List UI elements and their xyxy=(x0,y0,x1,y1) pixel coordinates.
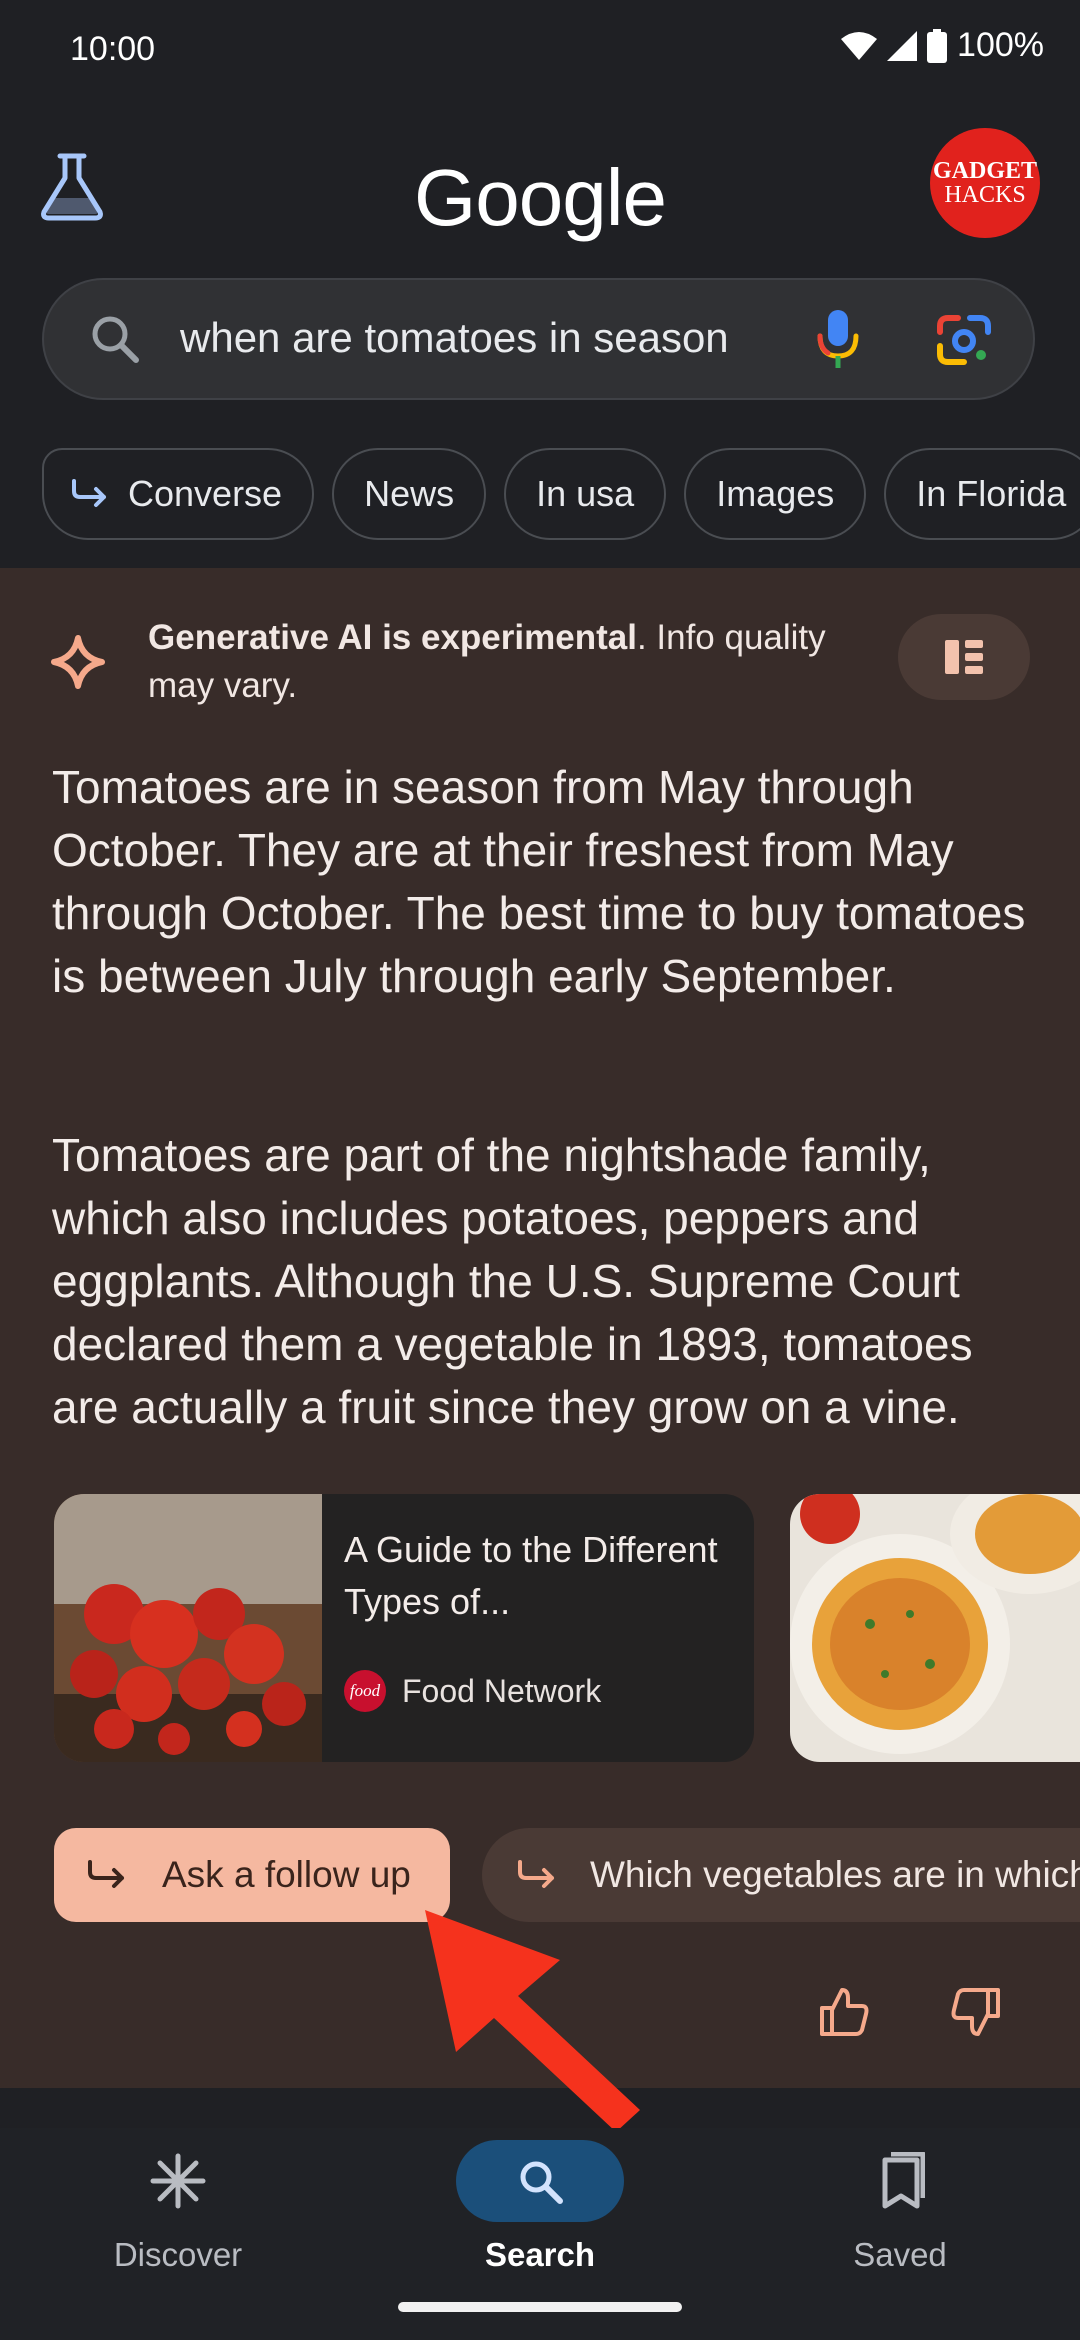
nav-label: Saved xyxy=(853,2236,947,2273)
chip-label: Converse xyxy=(128,473,283,514)
food-network-logo: food xyxy=(344,1670,386,1712)
follow-up-label: Ask a follow up xyxy=(162,1854,411,1895)
chip-label: In usa xyxy=(536,473,635,514)
source-card-body: A Guide to the Different Types of... foo… xyxy=(322,1494,754,1762)
account-avatar[interactable]: GADGET HACKS xyxy=(930,128,1040,238)
nav-search[interactable]: Search xyxy=(410,2140,670,2274)
tomatoes-thumbnail xyxy=(54,1494,322,1762)
search-icon xyxy=(92,316,139,363)
chip-images[interactable]: Images xyxy=(684,448,867,540)
cellular-icon xyxy=(887,30,918,61)
layout-icon xyxy=(945,640,983,674)
avatar-line1: GADGET xyxy=(932,158,1037,184)
nav-active-pill xyxy=(456,2140,624,2222)
thumbs-up-icon[interactable] xyxy=(818,1986,870,2038)
wifi-icon xyxy=(841,31,878,60)
google-lens-icon[interactable] xyxy=(934,312,994,368)
source-card[interactable]: A Guide to the Different Types of... foo… xyxy=(54,1494,754,1762)
microphone-icon[interactable] xyxy=(816,308,860,370)
disclaimer-bold: Generative AI is experimental xyxy=(148,618,637,657)
follow-up-arrow-icon xyxy=(72,479,106,507)
google-logo: Google xyxy=(414,153,667,242)
search-icon xyxy=(520,2161,563,2204)
chip-label: News xyxy=(364,473,455,514)
search-input[interactable]: when are tomatoes in season xyxy=(180,314,729,362)
annotation-arrow-icon xyxy=(425,1910,640,2132)
source-attribution: food Food Network xyxy=(344,1670,734,1712)
answer-paragraph-1: Tomatoes are in season from May through … xyxy=(52,761,1026,1002)
battery-percent: 100% xyxy=(957,26,1044,64)
follow-up-arrow-icon xyxy=(88,1860,124,1888)
nav-saved[interactable]: Saved xyxy=(770,2140,1030,2274)
asterisk-icon xyxy=(150,2153,206,2209)
saved-bookmarks-icon xyxy=(882,2152,925,2209)
ai-disclaimer: Generative AI is experimental. Info qual… xyxy=(148,614,888,710)
nav-label: Discover xyxy=(113,2236,243,2273)
suggestion-label: Which vegetables are in which xyxy=(590,1854,1080,1895)
nav-discover[interactable]: Discover xyxy=(48,2140,308,2274)
status-time: 10:00 xyxy=(70,30,156,68)
source-card-2[interactable] xyxy=(790,1494,1080,1762)
status-icons: 100% xyxy=(841,26,1044,65)
battery-icon xyxy=(927,28,948,63)
chip-news[interactable]: News xyxy=(332,448,487,540)
ask-follow-up-button[interactable]: Ask a follow up xyxy=(54,1828,450,1922)
chip-converse[interactable]: Converse xyxy=(42,448,315,540)
dish-thumbnail xyxy=(790,1494,1080,1762)
thumbs-down-icon[interactable] xyxy=(950,1986,1002,2038)
layout-toggle-button[interactable] xyxy=(898,614,1030,700)
chip-in-usa[interactable]: In usa xyxy=(504,448,667,540)
follow-up-arrow-icon xyxy=(518,1860,554,1888)
filter-chips: Converse News In usa Images In Florida xyxy=(42,448,1080,540)
chip-in-florida[interactable]: In Florida xyxy=(884,448,1080,540)
chip-label: Images xyxy=(716,473,835,514)
source-card-title: A Guide to the Different Types of... xyxy=(344,1529,718,1622)
sparkle-icon xyxy=(51,635,105,689)
source-name: Food Network xyxy=(402,1672,602,1709)
nav-label: Search xyxy=(484,2236,596,2273)
home-indicator[interactable] xyxy=(398,2302,682,2312)
tomatoes-image xyxy=(54,1494,322,1762)
chip-label: In Florida xyxy=(916,473,1067,514)
avatar-line2: HACKS xyxy=(944,182,1026,208)
answer-paragraph-2: Tomatoes are part of the nightshade fami… xyxy=(52,1129,973,1433)
